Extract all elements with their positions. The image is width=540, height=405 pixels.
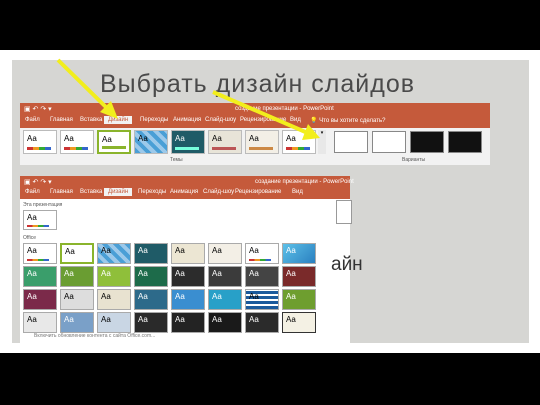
- arrow-to-gallery-button: [212, 90, 320, 140]
- annotation-arrows: [56, 58, 320, 140]
- arrow-to-design-tab: [56, 58, 118, 119]
